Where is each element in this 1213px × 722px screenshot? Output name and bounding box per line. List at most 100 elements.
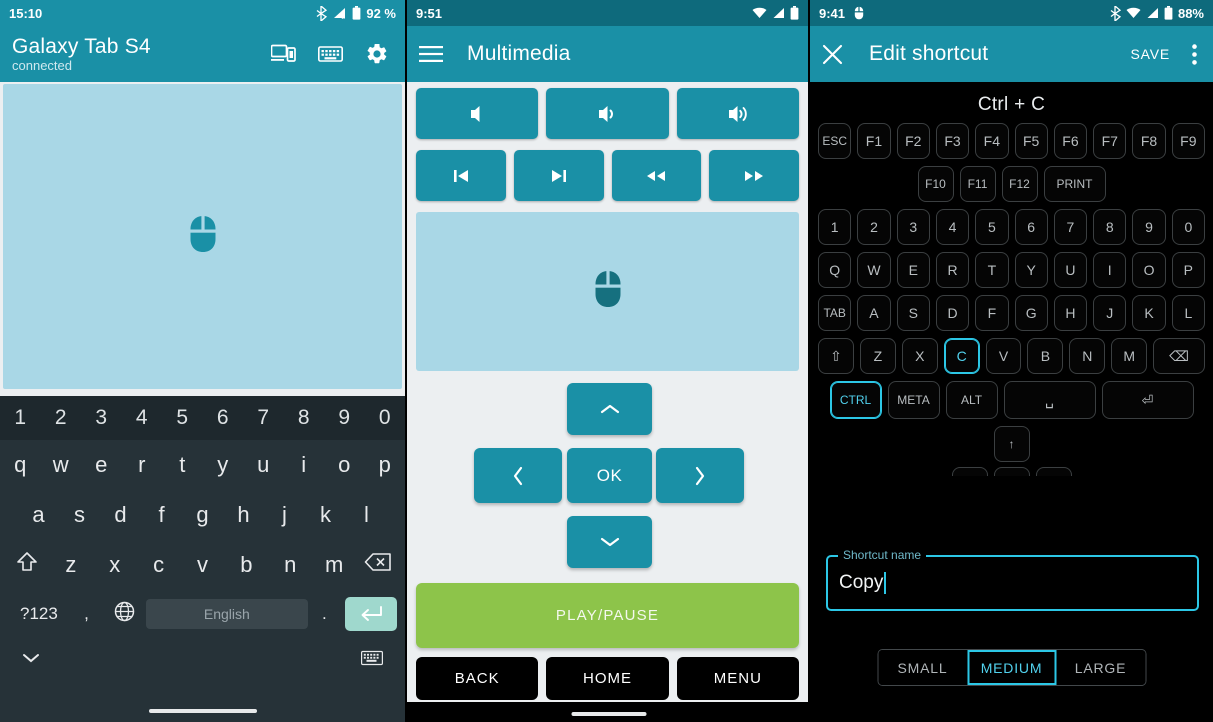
- fast-forward-button[interactable]: [709, 150, 799, 201]
- key-y[interactable]: Y: [1014, 252, 1048, 288]
- volume-down-button[interactable]: [416, 88, 539, 139]
- key-enter[interactable]: ⏎: [1101, 381, 1194, 419]
- key-5[interactable]: 5: [975, 209, 1009, 245]
- key-e[interactable]: E: [896, 252, 930, 288]
- dpad-ok-button[interactable]: OK: [567, 448, 652, 503]
- key-tab[interactable]: TAB: [818, 295, 852, 331]
- shift-icon[interactable]: [5, 551, 49, 579]
- key-k[interactable]: K: [1132, 295, 1166, 331]
- globe-icon[interactable]: [103, 601, 146, 628]
- play-pause-button[interactable]: PLAY/PAUSE: [416, 583, 799, 648]
- hamburger-menu-icon[interactable]: [419, 45, 443, 63]
- skip-next-button[interactable]: [513, 150, 604, 201]
- key-f11[interactable]: F11: [959, 166, 996, 202]
- key-g[interactable]: g: [182, 502, 223, 528]
- key-f4[interactable]: F4: [975, 123, 1009, 159]
- key-0[interactable]: 0: [1171, 209, 1205, 245]
- key-f3[interactable]: F3: [935, 123, 970, 159]
- key-8[interactable]: 8: [284, 406, 325, 430]
- key-7[interactable]: 7: [1053, 209, 1088, 245]
- dpad-right-button[interactable]: [656, 448, 744, 503]
- key-d[interactable]: D: [935, 295, 970, 331]
- key-u[interactable]: u: [243, 452, 284, 478]
- key-space[interactable]: ␣: [1003, 381, 1096, 419]
- key-m[interactable]: m: [312, 552, 356, 578]
- shortcut-name-input[interactable]: Shortcut name Copy: [826, 548, 1199, 611]
- keyboard-icon[interactable]: [318, 45, 343, 63]
- key-w[interactable]: w: [41, 452, 82, 478]
- key-i[interactable]: I: [1093, 252, 1127, 288]
- key-p[interactable]: P: [1171, 252, 1205, 288]
- key-n[interactable]: n: [268, 552, 312, 578]
- key-s[interactable]: S: [896, 295, 930, 331]
- key-m[interactable]: M: [1111, 338, 1148, 374]
- key-f7[interactable]: F7: [1093, 123, 1127, 159]
- key-a[interactable]: A: [857, 295, 891, 331]
- key-f12[interactable]: F12: [1001, 166, 1038, 202]
- key-esc[interactable]: ESC: [818, 123, 852, 159]
- key-f[interactable]: F: [975, 295, 1009, 331]
- key-f1[interactable]: F1: [857, 123, 891, 159]
- key-x[interactable]: x: [93, 552, 137, 578]
- save-button[interactable]: SAVE: [1130, 46, 1170, 62]
- key-0[interactable]: 0: [365, 406, 406, 430]
- key-j[interactable]: J: [1093, 295, 1127, 331]
- key-t[interactable]: t: [162, 452, 203, 478]
- more-vert-icon[interactable]: [1192, 43, 1197, 65]
- volume-up-button[interactable]: [676, 88, 799, 139]
- key-e[interactable]: e: [81, 452, 122, 478]
- key-4[interactable]: 4: [122, 406, 163, 430]
- key-n[interactable]: N: [1069, 338, 1106, 374]
- key-l[interactable]: l: [346, 502, 387, 528]
- devices-icon[interactable]: [271, 44, 296, 64]
- key-2[interactable]: 2: [41, 406, 82, 430]
- key-4[interactable]: 4: [935, 209, 970, 245]
- rewind-button[interactable]: [611, 150, 702, 201]
- key-o[interactable]: o: [324, 452, 365, 478]
- key-arrow-up[interactable]: ↑: [993, 426, 1030, 462]
- key-3[interactable]: 3: [896, 209, 930, 245]
- shift-key[interactable]: ⇧: [818, 338, 854, 374]
- volume-medium-button[interactable]: [546, 88, 669, 139]
- key-8[interactable]: 8: [1093, 209, 1127, 245]
- symbols-key[interactable]: ?123: [8, 604, 70, 624]
- key-k[interactable]: k: [305, 502, 346, 528]
- key-j[interactable]: j: [264, 502, 305, 528]
- size-option-medium[interactable]: MEDIUM: [967, 650, 1056, 685]
- key-p[interactable]: p: [365, 452, 406, 478]
- period-key[interactable]: .: [308, 604, 341, 624]
- key-v[interactable]: V: [985, 338, 1022, 374]
- key-6[interactable]: 6: [203, 406, 244, 430]
- home-button[interactable]: HOME: [546, 657, 669, 700]
- key-f6[interactable]: F6: [1053, 123, 1088, 159]
- key-u[interactable]: U: [1053, 252, 1088, 288]
- dpad-up-button[interactable]: [567, 383, 652, 435]
- key-r[interactable]: R: [935, 252, 970, 288]
- key-q[interactable]: q: [0, 452, 41, 478]
- backspace-icon[interactable]: [356, 552, 400, 578]
- key-arrow-left[interactable]: [951, 467, 988, 476]
- key-f5[interactable]: F5: [1014, 123, 1048, 159]
- key-f2[interactable]: F2: [896, 123, 930, 159]
- key-w[interactable]: W: [857, 252, 891, 288]
- key-1[interactable]: 1: [818, 209, 852, 245]
- key-q[interactable]: Q: [818, 252, 852, 288]
- touchpad-area-left[interactable]: [3, 84, 402, 389]
- key-t[interactable]: T: [975, 252, 1009, 288]
- key-c[interactable]: C: [943, 338, 980, 374]
- chevron-down-icon[interactable]: [22, 651, 40, 669]
- key-h[interactable]: h: [223, 502, 264, 528]
- key-6[interactable]: 6: [1014, 209, 1048, 245]
- spacebar-language[interactable]: English: [145, 599, 308, 629]
- key-7[interactable]: 7: [243, 406, 284, 430]
- touchpad-area-middle[interactable]: [416, 212, 799, 371]
- key-ctrl[interactable]: CTRL: [829, 381, 882, 419]
- close-icon[interactable]: [822, 44, 843, 65]
- keyboard-switch-icon[interactable]: [361, 650, 383, 671]
- key-f9[interactable]: F9: [1171, 123, 1205, 159]
- key-9[interactable]: 9: [324, 406, 365, 430]
- key-9[interactable]: 9: [1132, 209, 1166, 245]
- dpad-left-button[interactable]: [474, 448, 562, 503]
- size-option-small[interactable]: SMALL: [878, 650, 967, 685]
- key-meta[interactable]: META: [887, 381, 940, 419]
